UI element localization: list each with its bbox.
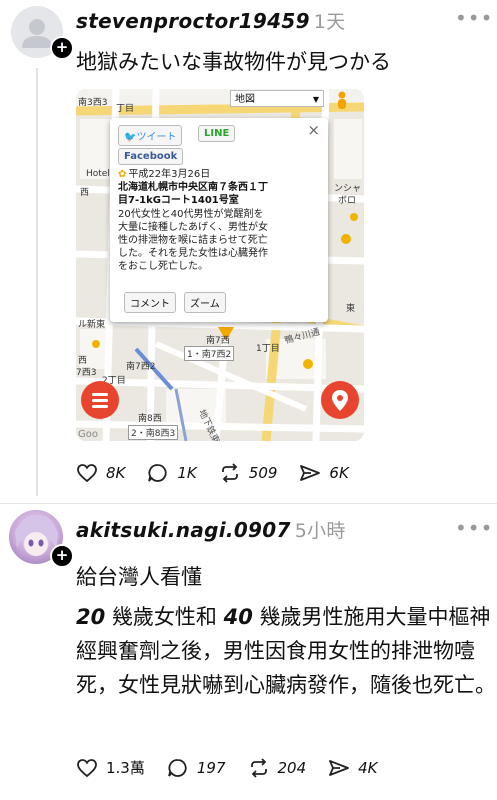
twitter-bird-icon: 🐦 (124, 132, 137, 143)
zoom-button[interactable]: ズーム (184, 292, 226, 313)
repost-icon (221, 463, 238, 483)
post-text-body: 20 幾歲女性和 40 幾歲男性施用大量中樞神經興奮劑之後，男性因食用女性的排泄… (76, 600, 496, 702)
more-menu-icon[interactable]: ••• (455, 6, 493, 30)
map-label: 7西3 (76, 368, 97, 378)
post-text: 地獄みたいな事故物件が見つかる (76, 50, 391, 74)
map-label: 南7西 (206, 336, 230, 346)
post-text-intro: 給台灣人看懂 (76, 565, 202, 589)
comment-count: 197 (196, 758, 226, 777)
more-menu-icon[interactable]: ••• (455, 516, 493, 540)
heart-icon (77, 464, 97, 483)
repost-button[interactable]: 204 (248, 757, 307, 778)
map-label: Goo (78, 429, 98, 440)
map-dropdown[interactable]: 地図 ▼ (230, 90, 324, 107)
comment-bubble-icon (148, 464, 167, 482)
incident-address: 北海道札幌市中央区南７条西１丁 (118, 182, 268, 193)
repost-button[interactable]: 509 (219, 463, 278, 483)
map-label: ボロ (338, 196, 357, 206)
post-actions: 1.3萬 197 204 4K (76, 757, 400, 778)
description-line: 性の排泄物を喉に詰まらせて死亡 (118, 235, 268, 246)
map-info-popup: 🐦ツイート LINE × Facebook ✿ 平成22年3月26日 北海道札幌… (110, 118, 328, 322)
comment-count: 1K (177, 464, 197, 482)
age-number: 40 (223, 605, 253, 629)
repost-count: 509 (248, 464, 278, 482)
follow-plus-icon[interactable]: + (50, 544, 74, 568)
share-send-icon (300, 465, 321, 481)
post-time: 5小時 (294, 520, 346, 542)
map-location-button[interactable] (321, 381, 359, 419)
street-view-icon[interactable] (336, 91, 348, 113)
map-menu-button[interactable] (81, 381, 119, 419)
line-button[interactable]: LINE (198, 125, 236, 142)
like-button[interactable]: 8K (76, 463, 125, 483)
share-button[interactable]: 4K (328, 758, 378, 778)
map-label: Hotel (86, 169, 110, 179)
map-label: 南7西2 (126, 362, 156, 372)
map-label: 東 (346, 304, 356, 314)
username[interactable]: akitsuki.nagi.0907 5小時 (76, 516, 346, 543)
heart-icon (77, 758, 97, 777)
tweet-button[interactable]: 🐦ツイート (118, 125, 183, 146)
comment-bubble-icon (167, 758, 187, 777)
divider (0, 503, 497, 504)
facebook-button[interactable]: Facebook (118, 148, 184, 165)
map-label: ル新東 (78, 320, 106, 330)
close-icon[interactable]: × (307, 121, 320, 139)
comment-button[interactable]: コメント (124, 292, 176, 313)
like-count: 8K (106, 464, 126, 482)
follow-plus-icon[interactable]: + (50, 36, 74, 60)
map-label: 2・南8西3 (128, 425, 179, 440)
description-line: をおこし死亡した。 (118, 261, 208, 272)
username-text[interactable]: stevenproctor19459 (76, 9, 310, 33)
like-button[interactable]: 1.3萬 (76, 757, 145, 778)
map-label: 西 (80, 188, 90, 198)
like-count: 1.3萬 (106, 759, 145, 777)
incident-address-2: 目7-1kGコート1401号室 (118, 195, 239, 206)
username-text[interactable]: akitsuki.nagi.0907 (76, 518, 291, 542)
share-count: 6K (329, 464, 349, 482)
description-line: 20代女性と40代男性が覚醒剤を (118, 209, 264, 220)
hamburger-icon (92, 393, 108, 408)
map-label: 南8西 (138, 414, 162, 424)
incident-date: 平成22年3月26日 (128, 169, 211, 180)
comment-action-button[interactable]: 197 (167, 758, 226, 778)
flame-icon: ✿ (118, 169, 127, 180)
map-label: 1丁目 (256, 344, 280, 354)
share-send-icon (329, 759, 350, 776)
share-count: 4K (358, 758, 378, 777)
map-dropdown-label: 地図 (235, 94, 255, 105)
post-time: 1天 (313, 11, 346, 33)
chevron-down-icon: ▼ (312, 95, 319, 104)
thread-line (36, 68, 38, 496)
post-actions: 8K 1K 509 6K (76, 463, 371, 483)
age-number: 20 (76, 605, 106, 629)
repost-count: 204 (277, 758, 307, 777)
incident-description: 20代女性と40代男性が覚醒剤を 大量に接種したあげく、男性が女 性の排泄物を喉に詰… (118, 208, 324, 273)
description-line: 大量に接種したあげく、男性が女 (118, 222, 268, 233)
comment-action-button[interactable]: 1K (147, 463, 197, 483)
map-label: 1・南7西2 (184, 346, 235, 361)
map-label: 南3西3 (78, 98, 108, 108)
username[interactable]: stevenproctor19459 1天 (76, 7, 346, 34)
map-label: 丁目 (116, 104, 135, 114)
share-button[interactable]: 6K (299, 463, 349, 483)
body-segment: 幾歲女性和 (105, 605, 224, 629)
repost-icon (250, 757, 267, 778)
description-line: した。それを見た女性は心臓発作 (118, 248, 268, 259)
location-pin-icon (332, 390, 348, 411)
